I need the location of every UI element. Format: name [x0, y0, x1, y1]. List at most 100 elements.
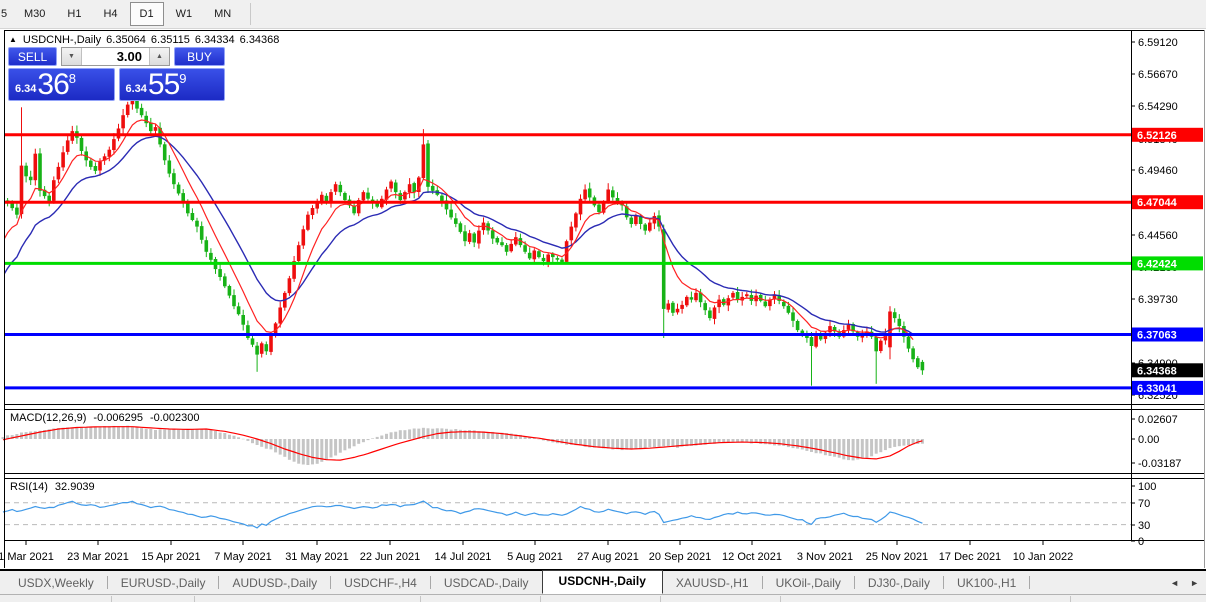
svg-text:7 May 2021: 7 May 2021 [214, 551, 271, 563]
volume-input[interactable]: 3.00 [82, 48, 149, 65]
candles-layer [5, 88, 925, 386]
svg-text:22 Jun 2021: 22 Jun 2021 [360, 551, 421, 563]
buy-button[interactable]: BUY [174, 47, 225, 66]
sell-button[interactable]: SELL [8, 47, 57, 66]
svg-text:0: 0 [1138, 536, 1144, 548]
rsi-line [2, 500, 923, 529]
rsi-value: 32.9039 [54, 481, 95, 493]
svg-text:70: 70 [1138, 498, 1150, 510]
timeframe-button-d1[interactable]: D1 [129, 2, 164, 26]
buy-price-box[interactable]: 6.34 55 9 [118, 67, 225, 101]
svg-text:17 Dec 2021: 17 Dec 2021 [939, 551, 1001, 563]
status-bar-separator [780, 596, 781, 602]
volume-decrease-button[interactable]: ▼ [62, 48, 82, 65]
macd-axis[interactable]: 0.02607 0.00 -0.03187 [1131, 414, 1181, 470]
tab-usdcnh-daily[interactable]: USDCNH-,Daily [541, 569, 663, 594]
svg-text:6.42424: 6.42424 [1137, 258, 1178, 270]
status-bar [0, 594, 1206, 602]
tab-usdx-weekly[interactable]: USDX,Weekly [5, 572, 107, 594]
svg-text:6.39730: 6.39730 [1138, 294, 1178, 306]
tab-audusd-daily[interactable]: AUDUSD-,Daily [219, 572, 330, 594]
svg-text:6.33041: 6.33041 [1137, 383, 1177, 395]
trading-platform-window: 0.02607 0.00 -0.03187 100 70 30 0 6.59120 6.5667… [0, 0, 1206, 602]
svg-text:15 Apr 2021: 15 Apr 2021 [141, 551, 200, 563]
rsi-axis[interactable]: 100 70 30 0 [1131, 481, 1156, 548]
chart-symbol-label: USDCNH-,Daily [22, 34, 102, 46]
collapse-triangle-icon[interactable]: ▲ [9, 36, 17, 44]
svg-text:20 Sep 2021: 20 Sep 2021 [649, 551, 711, 563]
sell-price-box[interactable]: 6.34 36 8 [8, 68, 115, 101]
timeframe-button-h1[interactable]: H1 [57, 2, 91, 26]
tab-scroll-left-icon[interactable]: ◄ [1170, 578, 1179, 588]
svg-text:6.52126: 6.52126 [1137, 130, 1177, 142]
svg-text:30: 30 [1138, 520, 1150, 532]
svg-text:6.47044: 6.47044 [1137, 197, 1178, 209]
volume-increase-button[interactable]: ▲ [149, 48, 169, 65]
time-axis[interactable]: 1 Mar 2021 23 Mar 2021 15 Apr 2021 7 May 20… [0, 541, 1073, 563]
svg-text:23 Mar 2021: 23 Mar 2021 [67, 551, 129, 563]
buy-price-pipette: 9 [179, 71, 187, 86]
chart-title: ▲ USDCNH-,Daily 6.35064 6.35115 6.34334 … [9, 34, 279, 46]
buy-price-prefix: 6.34 [125, 83, 147, 95]
svg-text:25 Nov 2021: 25 Nov 2021 [866, 551, 928, 563]
svg-text:6.49460: 6.49460 [1138, 165, 1178, 177]
svg-text:1 Mar 2021: 1 Mar 2021 [0, 551, 54, 563]
price-axis[interactable]: 6.591206.566706.542906.518406.494606.470… [1131, 37, 1178, 402]
tab-dj30-daily[interactable]: DJ30-,Daily [855, 572, 943, 594]
tab-usdchf-h4[interactable]: USDCHF-,H4 [331, 572, 430, 594]
sell-price-prefix: 6.34 [15, 83, 37, 95]
one-click-trading-panel: SELL ▼ 3.00 ▲ BUY 6.34 36 8 6.34 55 9 [8, 47, 225, 101]
svg-text:6.34368: 6.34368 [1137, 365, 1177, 377]
buy-price-big: 55 [147, 67, 180, 101]
macd-indicator-label: MACD(12,26,9) [10, 412, 87, 424]
svg-text:27 Aug 2021: 27 Aug 2021 [577, 551, 639, 563]
chevron-up-icon: ▲ [156, 53, 163, 60]
chevron-down-icon: ▼ [68, 53, 75, 60]
timeframe-button-m5-partial[interactable]: 5 [0, 3, 13, 25]
timeframe-button-mn[interactable]: MN [204, 2, 241, 26]
svg-text:14 Jul 2021: 14 Jul 2021 [435, 551, 492, 563]
tab-uk100-h1[interactable]: UK100-,H1 [944, 572, 1029, 594]
volume-spinner: ▼ 3.00 ▲ [61, 47, 170, 66]
toolbar-separator [250, 3, 252, 25]
tab-separator [1029, 576, 1031, 589]
chart-tabs: USDX,Weekly EURUSD-,Daily AUDUSD-,Daily USD… [5, 569, 1031, 594]
sell-price-big: 36 [37, 67, 69, 101]
svg-text:6.37063: 6.37063 [1137, 330, 1177, 342]
macd-signal-value: -0.002300 [149, 412, 200, 424]
svg-text:0.02607: 0.02607 [1138, 414, 1178, 426]
svg-text:6.44560: 6.44560 [1138, 230, 1178, 242]
status-bar-separator [420, 596, 421, 602]
tab-eurusd-daily[interactable]: EURUSD-,Daily [108, 572, 219, 594]
timeframe-button-m30[interactable]: M30 [14, 2, 55, 26]
timeframe-toolbar: 5 M30 H1 H4 D1 W1 MN [0, 0, 1206, 29]
timeframe-button-w1[interactable]: W1 [166, 2, 203, 26]
rsi-label-row: RSI(14) 32.9039 [10, 481, 95, 493]
svg-text:6.54290: 6.54290 [1138, 101, 1178, 113]
svg-text:100: 100 [1138, 481, 1156, 493]
svg-text:12 Oct 2021: 12 Oct 2021 [722, 551, 782, 563]
tab-scroll-right-icon[interactable]: ► [1190, 578, 1199, 588]
tab-usdcad-daily[interactable]: USDCAD-,Daily [431, 572, 542, 594]
svg-text:0.00: 0.00 [1138, 434, 1159, 446]
svg-text:10 Jan 2022: 10 Jan 2022 [1013, 551, 1074, 563]
sell-price-pipette: 8 [68, 71, 77, 86]
status-bar-separator [111, 596, 112, 602]
macd-main-value: -0.006295 [93, 412, 143, 424]
pane-borders [4, 30, 1205, 568]
svg-text:5 Aug 2021: 5 Aug 2021 [507, 551, 563, 563]
svg-text:31 May 2021: 31 May 2021 [285, 551, 349, 563]
ohlc-open: 6.35064 [106, 34, 146, 46]
status-bar-separator [1070, 596, 1071, 602]
timeframe-button-h4[interactable]: H4 [93, 2, 127, 26]
moving-averages [5, 119, 914, 340]
rsi-indicator-label: RSI(14) [10, 481, 48, 493]
tab-ukoil-daily[interactable]: UKOil-,Daily [763, 572, 854, 594]
tab-scroll-arrows: ◄ ► [1170, 578, 1206, 588]
status-bar-separator [540, 596, 541, 602]
tab-xauusd-h1[interactable]: XAUUSD-,H1 [663, 572, 762, 594]
macd-label-row: MACD(12,26,9) -0.006295 -0.002300 [10, 412, 200, 424]
chart-tabs-bar: USDX,Weekly EURUSD-,Daily AUDUSD-,Daily USD… [0, 569, 1206, 594]
timeframe-buttons: M30 H1 H4 D1 W1 MN [13, 2, 242, 26]
svg-text:3 Nov 2021: 3 Nov 2021 [797, 551, 853, 563]
